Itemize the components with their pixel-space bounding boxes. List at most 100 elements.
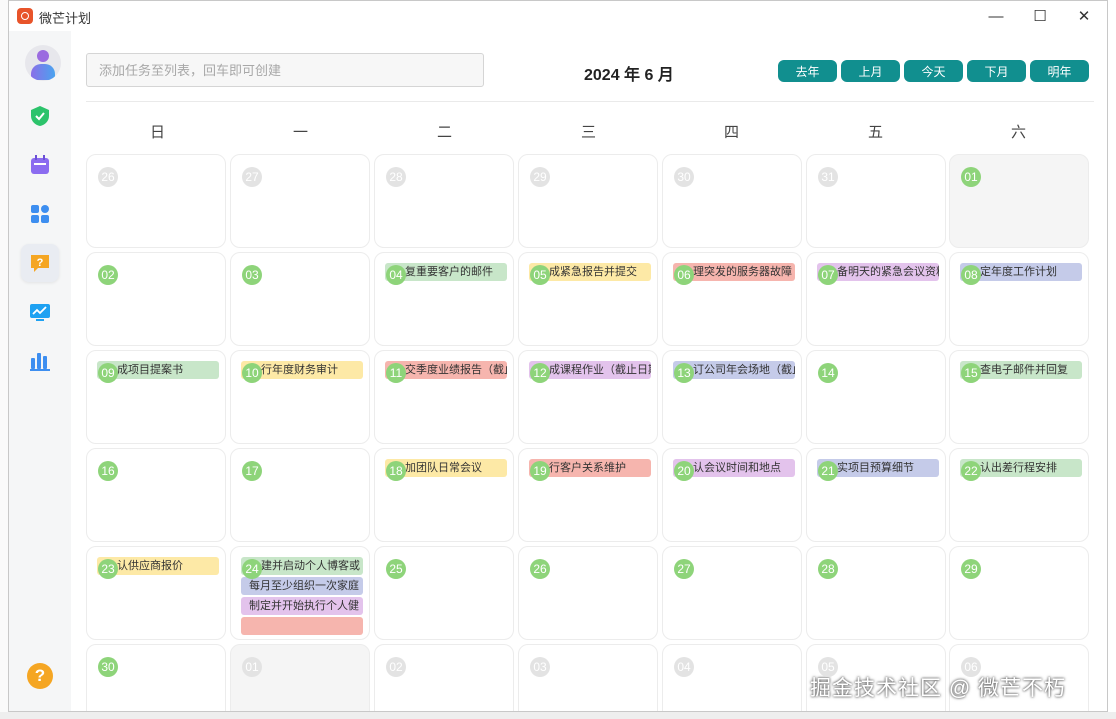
calendar-day-cell[interactable]: 03 — [230, 252, 370, 346]
day-number-badge: 26 — [530, 559, 550, 579]
day-number-badge: 14 — [818, 363, 838, 383]
calendar-day-cell[interactable]: 19 行客户关系维护 — [518, 448, 658, 542]
day-number-badge: 04 — [386, 265, 406, 285]
calendar-day-cell[interactable]: 13 订公司年会场地（截止 — [662, 350, 802, 444]
calendar-day-cell[interactable]: 27 — [230, 154, 370, 248]
app-logo-icon — [17, 8, 33, 24]
divider — [86, 101, 1094, 102]
calendar-day-cell[interactable]: 01 — [949, 154, 1089, 248]
sidebar-item-shield[interactable] — [21, 97, 59, 135]
calendar-day-cell[interactable]: 10 行年度财务审计 — [230, 350, 370, 444]
day-number-badge: 08 — [961, 265, 981, 285]
calendar-day-cell[interactable]: 14 — [806, 350, 946, 444]
calendar-day-cell[interactable]: 30 — [86, 644, 226, 711]
calendar-day-cell[interactable]: 07 备明天的紧急会议资料 — [806, 252, 946, 346]
day-number-badge: 07 — [818, 265, 838, 285]
day-number-badge: 15 — [961, 363, 981, 383]
day-number-badge: 29 — [530, 167, 550, 187]
day-number-badge: 12 — [530, 363, 550, 383]
calendar-day-cell[interactable]: 28 — [374, 154, 514, 248]
calendar-day-cell[interactable]: 03 — [518, 644, 658, 711]
sidebar: ? ? — [9, 31, 71, 711]
apps-grid-icon — [31, 205, 49, 223]
calendar-day-cell[interactable]: 18 加团队日常会议 — [374, 448, 514, 542]
calendar-day-cell[interactable]: 29 — [949, 546, 1089, 640]
user-avatar[interactable] — [25, 45, 61, 81]
day-number-badge: 06 — [961, 657, 981, 677]
calendar-day-cell[interactable]: 25 — [374, 546, 514, 640]
maximize-button[interactable]: ☐ — [1017, 1, 1063, 31]
next-month-button[interactable]: 下月 — [967, 60, 1026, 82]
day-number-badge: 05 — [818, 657, 838, 677]
day-number-badge: 31 — [818, 167, 838, 187]
calendar-day-cell[interactable]: 28 — [806, 546, 946, 640]
sidebar-item-monitor[interactable] — [21, 293, 59, 331]
day-number-badge: 21 — [818, 461, 838, 481]
day-number-badge: 02 — [386, 657, 406, 677]
calendar-day-cell[interactable]: 01 — [230, 644, 370, 711]
weekday-sat: 六 — [1010, 124, 1026, 141]
calendar-day-cell[interactable]: 20 认会议时间和地点 — [662, 448, 802, 542]
prev-month-button[interactable]: 上月 — [841, 60, 900, 82]
day-number-badge: 27 — [674, 559, 694, 579]
monitor-chart-icon — [30, 304, 50, 321]
day-number-badge: 01 — [961, 167, 981, 187]
prev-year-button[interactable]: 去年 — [778, 60, 837, 82]
day-number-badge: 09 — [98, 363, 118, 383]
calendar-day-cell[interactable]: 31 — [806, 154, 946, 248]
task-item[interactable]: 每月至少组织一次家庭 — [241, 577, 363, 595]
sidebar-item-calendar[interactable] — [21, 146, 59, 184]
day-number-badge: 10 — [242, 363, 262, 383]
today-button[interactable]: 今天 — [904, 60, 963, 82]
calendar-day-cell[interactable]: 26 — [86, 154, 226, 248]
app-title: 微芒计划 — [39, 11, 92, 26]
calendar-day-cell[interactable]: 04 — [662, 644, 802, 711]
background-window-strip-bottom — [0, 712, 1116, 719]
calendar-day-cell[interactable]: 08 定年度工作计划 — [949, 252, 1089, 346]
calendar-day-cell[interactable]: 02 — [86, 252, 226, 346]
calendar-day-cell[interactable]: 02 — [374, 644, 514, 711]
month-title: 2024 年 6 月 — [584, 67, 674, 84]
help-chat-icon: ? — [31, 255, 49, 272]
calendar-day-cell[interactable]: 12 成课程作业（截止日期 — [518, 350, 658, 444]
calendar-day-cell[interactable]: 21 实项目预算细节 — [806, 448, 946, 542]
calendar-day-cell[interactable]: 05 成紧急报告并提交 — [518, 252, 658, 346]
minimize-button[interactable]: — — [973, 1, 1019, 31]
calendar-day-cell[interactable]: 22 认出差行程安排 — [949, 448, 1089, 542]
day-number-badge: 17 — [242, 461, 262, 481]
calendar-day-cell[interactable]: 24 建并启动个人博客或 每月至少组织一次家庭 制定并开始执行个人健 — [230, 546, 370, 640]
day-number-badge: 30 — [674, 167, 694, 187]
sidebar-item-help-chat[interactable]: ? — [21, 244, 59, 282]
calendar-day-cell[interactable]: 29 — [518, 154, 658, 248]
task-item[interactable] — [241, 617, 363, 635]
day-number-badge: 02 — [98, 265, 118, 285]
calendar-day-cell[interactable]: 17 — [230, 448, 370, 542]
sidebar-item-stats[interactable] — [21, 342, 59, 380]
background-window-strip — [0, 0, 8, 719]
calendar-day-cell[interactable]: 06 理突发的服务器故障 — [662, 252, 802, 346]
close-button[interactable]: ✕ — [1061, 1, 1107, 31]
calendar-day-cell[interactable]: 04 复重要客户的邮件 — [374, 252, 514, 346]
task-input[interactable] — [86, 53, 484, 87]
day-number-badge: 30 — [98, 657, 118, 677]
day-number-badge: 18 — [386, 461, 406, 481]
sidebar-item-apps[interactable] — [21, 195, 59, 233]
day-number-badge: 26 — [98, 167, 118, 187]
calendar-day-cell[interactable]: 27 — [662, 546, 802, 640]
weekday-tue: 二 — [436, 124, 452, 141]
task-item[interactable]: 制定并开始执行个人健 — [241, 597, 363, 615]
calendar-day-cell[interactable]: 15 查电子邮件并回复 — [949, 350, 1089, 444]
day-number-badge: 28 — [386, 167, 406, 187]
shield-check-icon — [31, 106, 49, 126]
calendar-day-cell[interactable]: 11 交季度业绩报告（截止 — [374, 350, 514, 444]
calendar-day-cell[interactable]: 23 认供应商报价 — [86, 546, 226, 640]
calendar-day-cell[interactable]: 16 — [86, 448, 226, 542]
calendar-day-cell[interactable]: 30 — [662, 154, 802, 248]
day-number-badge: 27 — [242, 167, 262, 187]
day-number-badge: 13 — [674, 363, 694, 383]
next-year-button[interactable]: 明年 — [1030, 60, 1089, 82]
calendar-day-cell[interactable]: 26 — [518, 546, 658, 640]
calendar-day-cell[interactable]: 09 成项目提案书 — [86, 350, 226, 444]
help-icon[interactable]: ? — [27, 663, 53, 689]
weekday-thu: 四 — [723, 124, 739, 141]
